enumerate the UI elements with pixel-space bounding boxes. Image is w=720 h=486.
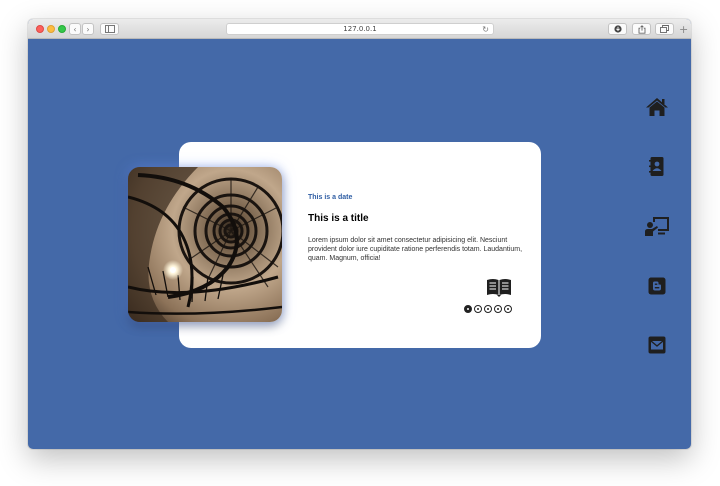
nav-presentation[interactable] — [644, 214, 670, 238]
sidebar-icon — [104, 25, 115, 33]
blogger-icon — [648, 277, 666, 295]
tabs-overview-button[interactable] — [655, 23, 674, 35]
book-open-icon — [487, 279, 511, 297]
nav-email[interactable] — [644, 333, 670, 357]
downloads-button[interactable] — [608, 23, 627, 35]
sidebar-toggle-button[interactable] — [100, 23, 119, 35]
share-button[interactable] — [632, 23, 651, 35]
reload-icon[interactable]: ↻ — [482, 25, 489, 34]
back-button[interactable]: ‹ — [69, 23, 81, 35]
forward-icon: › — [86, 24, 90, 34]
address-bar[interactable]: 127.0.0.1 ↻ — [226, 23, 494, 35]
share-icon — [638, 24, 645, 34]
presentation-icon — [645, 217, 669, 236]
home-icon — [646, 98, 668, 116]
close-window-button[interactable] — [36, 25, 44, 33]
carousel-dot-4[interactable] — [494, 305, 502, 313]
download-icon — [613, 25, 622, 33]
back-icon: ‹ — [73, 24, 77, 34]
nav-home[interactable] — [644, 95, 670, 119]
carousel-pagination — [464, 305, 512, 313]
carousel-dot-2[interactable] — [474, 305, 482, 313]
carousel-dot-1[interactable] — [464, 305, 472, 313]
carousel-dot-5[interactable] — [504, 305, 512, 313]
card-title: This is a title — [308, 213, 369, 224]
forward-button[interactable]: › — [82, 23, 94, 35]
card-text: Lorem ipsum dolor sit amet consectetur a… — [308, 237, 523, 262]
browser-titlebar: ‹ › 127.0.0.1 ↻ + — [28, 19, 691, 39]
page-content: This is a date This is a title Lorem ips… — [28, 39, 691, 449]
new-tab-button[interactable]: + — [679, 24, 688, 35]
contact-book-icon — [649, 157, 664, 176]
minimize-window-button[interactable] — [47, 25, 55, 33]
read-more-button[interactable] — [486, 277, 512, 297]
card-date: This is a date — [308, 194, 353, 201]
nav-blog[interactable] — [644, 274, 670, 298]
nav-contacts[interactable] — [644, 155, 670, 179]
url-text: 127.0.0.1 — [343, 25, 377, 33]
zoom-window-button[interactable] — [58, 25, 66, 33]
card-image — [128, 167, 282, 322]
envelope-icon — [648, 336, 666, 354]
browser-window: ‹ › 127.0.0.1 ↻ + This is a date This is… — [28, 19, 691, 449]
tabs-icon — [660, 25, 669, 33]
spiral-staircase-photo — [128, 167, 282, 322]
carousel-dot-3[interactable] — [484, 305, 492, 313]
